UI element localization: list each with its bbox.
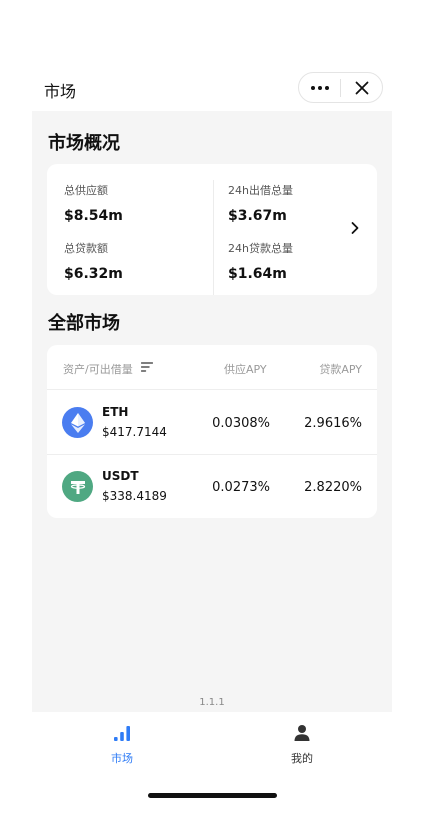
bar-chart-icon [114, 726, 130, 741]
ethereum-icon [62, 407, 93, 438]
supply-24h: 24h出借总量 $3.67m [228, 182, 293, 224]
close-button[interactable] [341, 73, 382, 102]
market-overview-card[interactable]: 总供应额 $8.54m 总贷款额 $6.32m 24h出借总量 $3.67m 2… [47, 164, 377, 295]
more-button[interactable] [299, 73, 340, 102]
column-supply-apy[interactable]: 供应APY [224, 361, 267, 377]
total-borrow-value: $6.32m [64, 266, 123, 282]
borrow-apy-value: 2.9616% [304, 416, 362, 431]
asset-amount: $417.7144 [102, 425, 167, 439]
asset-amount: $338.4189 [102, 489, 167, 503]
markets-table: 资产/可出借量 供应APY 贷款APY ETH $417.7144 0.0308… [47, 345, 377, 518]
supply-24h-value: $3.67m [228, 208, 287, 224]
total-supply-label: 总供应额 [64, 184, 108, 197]
borrow-24h: 24h贷款总量 $1.64m [228, 240, 293, 282]
overview-divider [213, 180, 214, 295]
supply-apy-value: 0.0308% [212, 416, 270, 431]
tab-market-label: 市场 [111, 752, 133, 765]
tab-market[interactable]: 市场 [92, 724, 152, 766]
more-dots-icon [310, 85, 329, 90]
sort-icon[interactable] [141, 362, 153, 372]
supply-24h-label: 24h出借总量 [228, 184, 293, 197]
market-row-usdt[interactable]: USDT $338.4189 0.0273% 2.8220% [47, 455, 377, 519]
supply-apy-value: 0.0273% [212, 480, 270, 495]
all-markets-title: 全部市场 [48, 313, 120, 334]
borrow-24h-label: 24h贷款总量 [228, 242, 293, 255]
borrow-24h-value: $1.64m [228, 266, 287, 282]
column-borrow-apy[interactable]: 贷款APY [319, 361, 362, 377]
main-content: 市场概况 总供应额 $8.54m 总贷款额 $6.32m 24h出借总量 $3.… [32, 111, 392, 712]
version-label: 1.1.1 [199, 697, 225, 708]
total-supply: 总供应额 $8.54m [64, 182, 123, 224]
page-title: 市场 [44, 82, 77, 101]
table-header: 资产/可出借量 供应APY 贷款APY [47, 345, 377, 390]
mini-program-capsule [298, 72, 383, 103]
asset-symbol: USDT [102, 469, 139, 483]
total-supply-value: $8.54m [64, 208, 123, 224]
tab-mine[interactable]: 我的 [272, 724, 332, 766]
user-icon [294, 725, 310, 741]
bottom-tab-bar: 市场 我的 [32, 712, 392, 772]
home-indicator [148, 793, 277, 798]
borrow-apy-value: 2.8220% [304, 480, 362, 495]
overview-title: 市场概况 [48, 133, 120, 154]
total-borrow: 总贷款额 $6.32m [64, 240, 123, 282]
market-row-eth[interactable]: ETH $417.7144 0.0308% 2.9616% [47, 391, 377, 455]
chevron-right-icon[interactable] [349, 221, 361, 235]
asset-symbol: ETH [102, 405, 129, 419]
close-icon [355, 81, 368, 94]
total-borrow-label: 总贷款额 [64, 242, 108, 255]
column-asset[interactable]: 资产/可出借量 [63, 361, 133, 377]
tether-icon [62, 471, 93, 502]
tab-mine-label: 我的 [291, 752, 313, 765]
